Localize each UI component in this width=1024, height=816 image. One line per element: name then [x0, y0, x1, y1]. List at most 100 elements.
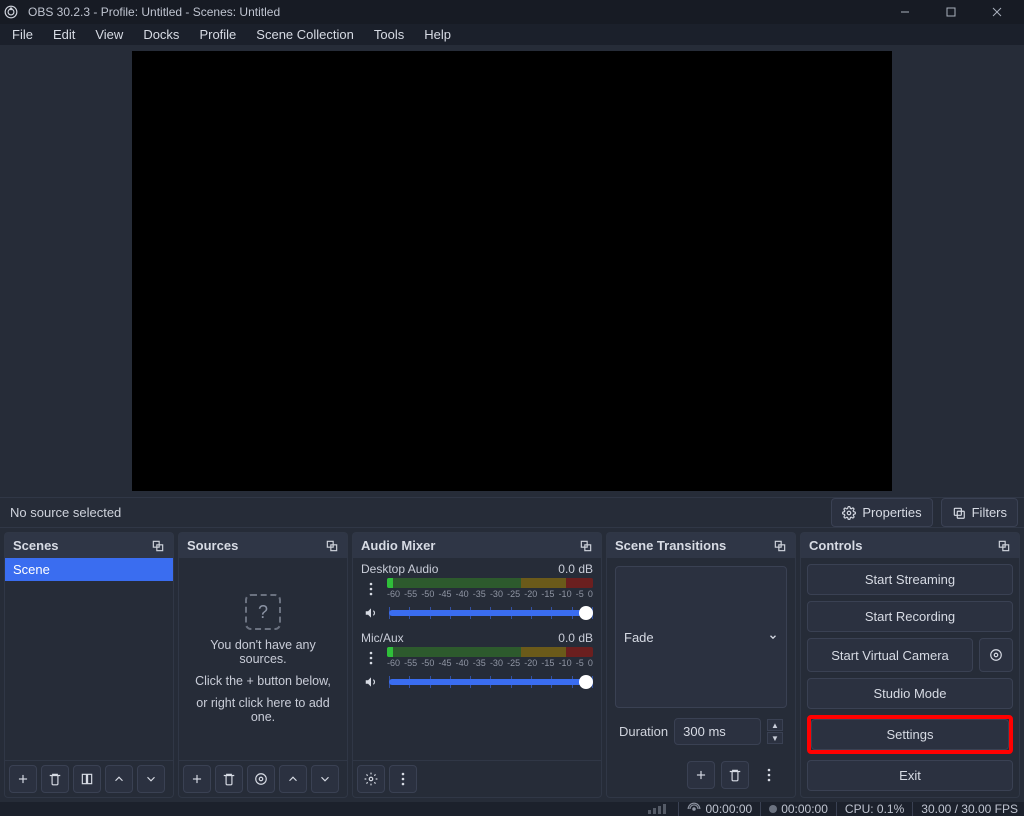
popout-icon[interactable] [325, 539, 339, 553]
sources-empty[interactable]: ? You don't have any sources. Click the … [179, 558, 347, 760]
duration-input[interactable]: 300 ms [674, 718, 761, 745]
source-up-button[interactable] [279, 765, 307, 793]
sources-empty-line: or right click here to add one. [196, 696, 329, 724]
start-virtual-camera-button[interactable]: Start Virtual Camera [807, 638, 973, 672]
remove-source-button[interactable] [215, 765, 243, 793]
record-icon [769, 805, 777, 813]
volume-slider[interactable] [389, 679, 593, 685]
popout-icon[interactable] [997, 539, 1011, 553]
transition-menu-button[interactable] [755, 761, 783, 789]
menu-tools[interactable]: Tools [366, 24, 412, 45]
gear-icon [842, 506, 856, 520]
settings-button[interactable]: Settings [811, 719, 1009, 750]
duration-spinner[interactable]: ▲ ▼ [767, 719, 783, 744]
live-time: 00:00:00 [705, 802, 752, 816]
exit-button[interactable]: Exit [807, 760, 1013, 791]
popout-icon[interactable] [151, 539, 165, 553]
network-icon [648, 804, 666, 814]
channel-name: Mic/Aux [361, 631, 558, 645]
remove-transition-button[interactable] [721, 761, 749, 789]
volume-slider[interactable] [389, 610, 593, 616]
filters-button[interactable]: Filters [941, 498, 1018, 527]
sources-empty-line: Click the + button below, [195, 674, 331, 688]
menu-help[interactable]: Help [416, 24, 459, 45]
channel-name: Desktop Audio [361, 562, 558, 576]
sources-empty-line: You don't have any sources. [210, 638, 316, 666]
controls-dock: Controls Start Streaming Start Recording… [800, 532, 1020, 798]
audio-advanced-button[interactable] [357, 765, 385, 793]
duration-value: 300 ms [683, 724, 752, 739]
scenes-header: Scenes [13, 538, 151, 553]
menu-profile[interactable]: Profile [191, 24, 244, 45]
close-button[interactable] [974, 0, 1020, 24]
menu-edit[interactable]: Edit [45, 24, 83, 45]
rec-time: 00:00:00 [781, 802, 828, 816]
audio-mixer-dock: Audio Mixer Desktop Audio0.0 dB -60-55-5… [352, 532, 602, 798]
channel-menu-button[interactable] [361, 648, 381, 668]
controls-header: Controls [809, 538, 997, 553]
channel-db: 0.0 dB [558, 562, 593, 576]
audio-channel: Desktop Audio0.0 dB -60-55-50-45-40-35-3… [353, 558, 601, 627]
transitions-header: Scene Transitions [615, 538, 773, 553]
filters-label: Filters [972, 505, 1007, 520]
add-scene-button[interactable] [9, 765, 37, 793]
channel-db: 0.0 dB [558, 631, 593, 645]
popout-icon[interactable] [773, 539, 787, 553]
preview-toolbar: No source selected Properties Filters [0, 497, 1024, 528]
remove-scene-button[interactable] [41, 765, 69, 793]
scene-up-button[interactable] [105, 765, 133, 793]
cpu-usage: CPU: 0.1% [845, 802, 904, 816]
chevron-down-icon: ▼ [767, 732, 783, 744]
audio-channel: Mic/Aux0.0 dB -60-55-50-45-40-35-30-25-2… [353, 627, 601, 696]
settings-highlight: Settings [807, 715, 1013, 754]
virtual-camera-config-button[interactable] [979, 638, 1013, 672]
scenes-dock: Scenes Scene [4, 532, 174, 798]
properties-label: Properties [862, 505, 921, 520]
chevron-down-icon [768, 632, 778, 642]
start-streaming-button[interactable]: Start Streaming [807, 564, 1013, 595]
duration-label: Duration [619, 724, 668, 739]
scene-filter-button[interactable] [73, 765, 101, 793]
menu-scene-collection[interactable]: Scene Collection [248, 24, 362, 45]
maximize-button[interactable] [928, 0, 974, 24]
menu-view[interactable]: View [87, 24, 131, 45]
source-properties-button[interactable] [247, 765, 275, 793]
popout-icon[interactable] [579, 539, 593, 553]
mute-button[interactable] [361, 603, 381, 623]
titlebar: OBS 30.2.3 - Profile: Untitled - Scenes:… [0, 0, 1024, 24]
minimize-button[interactable] [882, 0, 928, 24]
broadcast-icon [687, 802, 701, 816]
preview-canvas[interactable] [132, 51, 892, 491]
window-title: OBS 30.2.3 - Profile: Untitled - Scenes:… [28, 5, 280, 19]
obs-logo-icon [4, 5, 18, 19]
scene-list[interactable]: Scene [5, 558, 173, 760]
fps: 30.00 / 30.00 FPS [921, 802, 1018, 816]
add-transition-button[interactable] [687, 761, 715, 789]
add-source-button[interactable] [183, 765, 211, 793]
dock-row: Scenes Scene Sources ? You don't have an… [0, 528, 1024, 802]
menu-docks[interactable]: Docks [135, 24, 187, 45]
audio-meter: -60-55-50-45-40-35-30-25-20-15-10-50 [387, 647, 593, 668]
scene-down-button[interactable] [137, 765, 165, 793]
menu-file[interactable]: File [4, 24, 41, 45]
chevron-up-icon: ▲ [767, 719, 783, 731]
start-recording-button[interactable]: Start Recording [807, 601, 1013, 632]
transitions-dock: Scene Transitions Fade Duration 300 ms ▲… [606, 532, 796, 798]
sources-dock: Sources ? You don't have any sources. Cl… [178, 532, 348, 798]
audio-menu-button[interactable] [389, 765, 417, 793]
properties-button[interactable]: Properties [831, 498, 932, 527]
statusbar: 00:00:00 00:00:00 CPU: 0.1% 30.00 / 30.0… [0, 802, 1024, 816]
source-down-button[interactable] [311, 765, 339, 793]
mute-button[interactable] [361, 672, 381, 692]
scene-item[interactable]: Scene [5, 558, 173, 581]
transition-select[interactable]: Fade [615, 566, 787, 708]
sources-header: Sources [187, 538, 325, 553]
studio-mode-button[interactable]: Studio Mode [807, 678, 1013, 709]
transition-selected: Fade [624, 630, 768, 645]
channel-menu-button[interactable] [361, 579, 381, 599]
no-source-label: No source selected [10, 505, 121, 520]
preview-area [0, 45, 1024, 497]
question-icon: ? [245, 594, 281, 630]
audio-header: Audio Mixer [361, 538, 579, 553]
menubar: File Edit View Docks Profile Scene Colle… [0, 24, 1024, 45]
